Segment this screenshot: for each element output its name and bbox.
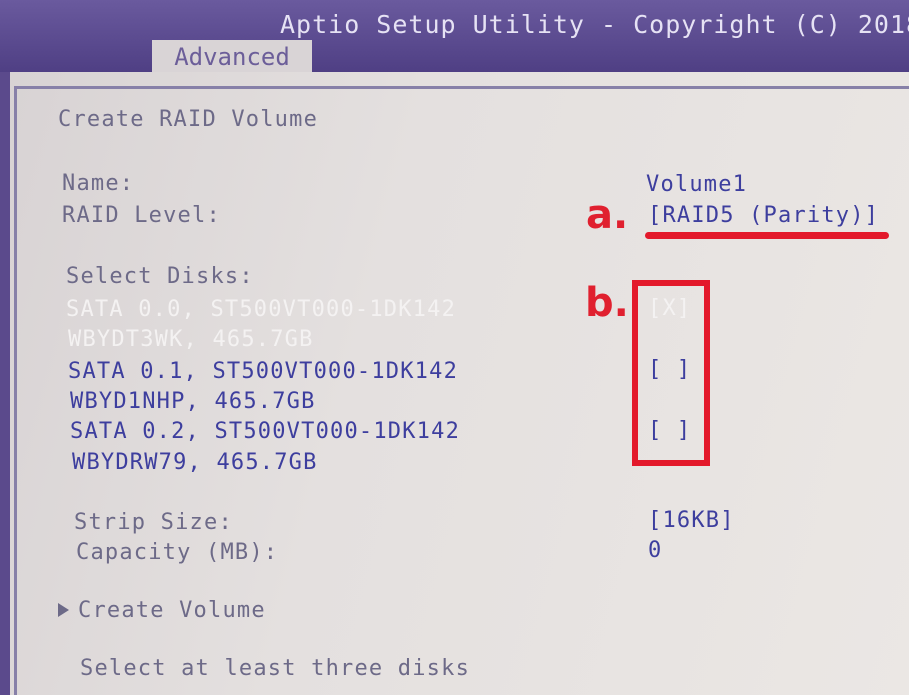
bios-title: Aptio Setup Utility - Copyright (C) 2018 <box>280 10 909 39</box>
create-volume-button[interactable]: Create Volume <box>78 598 266 623</box>
select-disks-label: Select Disks: <box>66 264 254 289</box>
raid-level-label: RAID Level: <box>62 203 221 228</box>
raid-level-select[interactable]: [RAID5 (Parity)] <box>648 203 879 228</box>
annotation-underline <box>645 232 889 239</box>
annotation-a: a. <box>586 192 629 238</box>
help-text: Select at least three disks <box>80 656 471 681</box>
page-title: Create RAID Volume <box>58 107 319 132</box>
triangle-right-icon <box>58 603 69 617</box>
disk-1-line2: WBYD1NHP, 465.7GB <box>70 389 316 414</box>
capacity-value: 0 <box>648 538 663 563</box>
strip-size-select[interactable]: [16KB] <box>648 508 735 533</box>
bios-header: Aptio Setup Utility - Copyright (C) 2018… <box>0 0 909 72</box>
tab-advanced[interactable]: Advanced <box>152 40 312 72</box>
disk-1-line1: SATA 0.1, ST500VT000-1DK142 <box>68 359 459 384</box>
capacity-label: Capacity (MB): <box>76 540 279 565</box>
disk-2-line1: SATA 0.2, ST500VT000-1DK142 <box>70 419 461 444</box>
name-label: Name: <box>62 171 135 196</box>
disk-0-line1: SATA 0.0, ST500VT000-1DK142 <box>66 297 457 322</box>
name-field[interactable]: Volume1 <box>646 172 747 197</box>
annotation-b: b. <box>585 280 629 326</box>
disk-2-line2: WBYDRW79, 465.7GB <box>72 450 318 475</box>
disk-0-line2: WBYDT3WK, 465.7GB <box>68 327 314 352</box>
strip-size-label: Strip Size: <box>74 510 233 535</box>
annotation-box <box>632 280 710 466</box>
